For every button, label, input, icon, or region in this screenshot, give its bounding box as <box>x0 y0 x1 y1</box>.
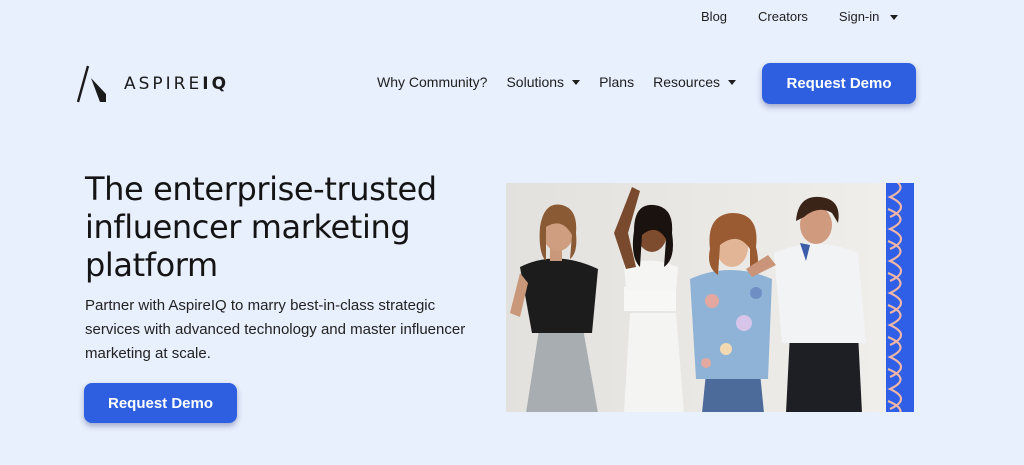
utility-nav: Blog Creators Sign-in <box>701 9 898 24</box>
nav-plans-label: Plans <box>599 74 635 90</box>
brand-logo[interactable]: ASPIREIQ <box>76 64 229 104</box>
nav-plans[interactable]: Plans <box>599 74 634 90</box>
nav-resources[interactable]: Resources <box>653 74 737 90</box>
nav-why-community[interactable]: Why Community? <box>377 74 487 90</box>
hero-photo-illustration <box>506 183 886 412</box>
signin-label: Sign-in <box>838 9 880 24</box>
hero-subtitle: Partner with AspireIQ to marry best-in-c… <box>85 297 466 362</box>
brand-name-light: ASPIRE <box>124 74 203 94</box>
creators-link[interactable]: Creators <box>758 9 808 24</box>
chevron-down-icon <box>728 79 737 85</box>
aspireiq-logo-icon <box>76 65 106 103</box>
request-demo-nav-button[interactable]: Request Demo <box>762 63 916 104</box>
chevron-down-icon <box>890 15 898 21</box>
main-nav: Why Community? Solutions Plans Resources <box>377 74 755 90</box>
brand-name-bold: IQ <box>202 74 230 94</box>
chevron-down-icon <box>572 79 581 85</box>
signin-dropdown[interactable]: Sign-in <box>839 9 898 24</box>
page: Blog Creators Sign-in ASPIREIQ Why Commu… <box>0 0 1024 465</box>
nav-solutions[interactable]: Solutions <box>506 74 581 90</box>
hero-photo <box>506 183 886 412</box>
hero-title: The enterprise-trusted influencer market… <box>85 170 437 284</box>
wave-pattern-icon <box>887 183 903 412</box>
brand-wordmark: ASPIREIQ <box>124 74 229 94</box>
request-demo-hero-button[interactable]: Request Demo <box>84 383 237 423</box>
nav-resources-label: Resources <box>653 74 721 90</box>
decorative-wave-stripe <box>886 183 914 412</box>
nav-solutions-label: Solutions <box>506 74 565 90</box>
blog-link[interactable]: Blog <box>701 9 727 24</box>
nav-why-community-label: Why Community? <box>377 74 488 90</box>
